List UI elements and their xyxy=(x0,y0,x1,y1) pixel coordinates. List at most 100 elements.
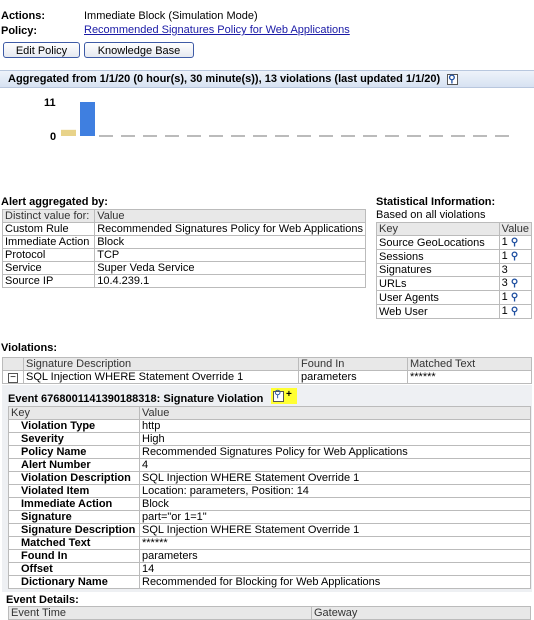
table-row[interactable]: − SQL Injection WHERE Statement Override… xyxy=(2,370,532,384)
event-details-title: Event Details: xyxy=(6,594,79,606)
table-row: Signature Description SQL Injection WHERE… xyxy=(8,523,531,537)
zoom-icon[interactable]: ⚲ xyxy=(511,237,518,249)
cell-key: Signature Description xyxy=(8,523,140,537)
table-row: URLs 3 ⚲ xyxy=(376,276,533,291)
col-key: Key xyxy=(8,406,140,420)
violations-chart: 11 0 xyxy=(44,97,509,143)
add-filter-icon[interactable]: + xyxy=(286,389,292,400)
cell-value: parameters xyxy=(139,549,531,563)
violations-title: Violations: xyxy=(1,342,58,354)
table-row: Service Super Veda Service xyxy=(1,261,366,275)
zoom-icon[interactable]: ⚲ xyxy=(511,278,518,290)
statistical-subtitle: Based on all violations xyxy=(376,209,486,221)
cell-key: Signatures xyxy=(376,263,500,277)
aggregated-text: Aggregated from 1/1/20 (0 hour(s), 30 mi… xyxy=(8,73,441,85)
y-tick-max: 11 xyxy=(44,97,56,109)
cell-key: Protocol xyxy=(1,248,96,262)
cell-value: High xyxy=(139,432,531,446)
aggregated-header: Aggregated from 1/1/20 (0 hour(s), 30 mi… xyxy=(0,70,534,88)
col-value: Value xyxy=(94,209,366,223)
col-value: Value xyxy=(139,406,531,420)
zoom-icon[interactable] xyxy=(447,72,459,88)
zoom-icon[interactable]: ⚲ xyxy=(511,306,518,318)
cell-value: ****** xyxy=(139,536,531,550)
cell-matched: ****** xyxy=(407,370,532,384)
table-row: Source GeoLocations 1 ⚲ xyxy=(376,235,533,250)
event-table: Key Value Violation Type http Severity Hig… xyxy=(8,406,531,589)
table-row: Violated Item Location: parameters, Posit… xyxy=(8,484,531,498)
chart-bar xyxy=(61,129,76,136)
table-row: Immediate Action Block xyxy=(1,235,366,249)
cell-value: part="or 1=1" xyxy=(139,510,531,524)
collapse-icon[interactable]: − xyxy=(2,370,24,384)
cell-signature: SQL Injection WHERE Statement Override 1 xyxy=(23,370,299,384)
violations-table: Signature Description Found In Matched T… xyxy=(2,357,532,384)
cell-key: Offset xyxy=(8,562,140,576)
cell-key: Alert Number xyxy=(8,458,140,472)
table-row: Web User 1 ⚲ xyxy=(376,304,533,319)
table-row: Signatures 3 xyxy=(376,263,533,277)
table-row: Custom Rule Recommended Signatures Policy… xyxy=(1,222,366,236)
cell-value: 3 ⚲ xyxy=(498,276,533,291)
cell-found-in: parameters xyxy=(298,370,408,384)
cell-value: TCP xyxy=(94,248,366,262)
table-row: Signature part="or 1=1" xyxy=(8,510,531,524)
statistical-title: Statistical Information: xyxy=(376,196,496,208)
cell-value: Recommended Signatures Policy for Web Ap… xyxy=(94,222,366,236)
event-actions-highlight: + xyxy=(271,388,297,404)
cell-value: 1 ⚲ xyxy=(498,304,533,319)
knowledge-base-button[interactable]: Knowledge Base xyxy=(84,42,194,58)
table-row: Protocol TCP xyxy=(1,248,366,262)
table-row: Severity High xyxy=(8,432,531,446)
statistical-table: Key Value Source GeoLocations 1 ⚲ Session… xyxy=(376,222,533,319)
table-row: Violation Description SQL Injection WHERE… xyxy=(8,471,531,485)
actions-value: Immediate Block (Simulation Mode) xyxy=(84,10,258,22)
cell-value: SQL Injection WHERE Statement Override 1 xyxy=(139,471,531,485)
cell-key: Violation Description xyxy=(8,471,140,485)
cell-value: 14 xyxy=(139,562,531,576)
cell-value: 1 ⚲ xyxy=(498,235,533,250)
cell-key: Violated Item xyxy=(8,484,140,498)
cell-key: Policy Name xyxy=(8,445,140,459)
cell-key: Found In xyxy=(8,549,140,563)
cell-key: Web User xyxy=(376,304,500,319)
policy-link[interactable]: Recommended Signatures Policy for Web Ap… xyxy=(84,24,350,36)
zoom-icon[interactable]: ⚲ xyxy=(511,251,518,263)
table-row: Source IP 10.4.239.1 xyxy=(1,274,366,288)
cell-value: SQL Injection WHERE Statement Override 1 xyxy=(139,523,531,537)
chart-bar xyxy=(80,102,95,136)
cell-key: Sessions xyxy=(376,249,500,264)
col-gateway: Gateway xyxy=(311,606,531,620)
zoom-icon[interactable]: ⚲ xyxy=(511,292,518,304)
cell-value: Block xyxy=(94,235,366,249)
y-tick-zero: 0 xyxy=(50,131,56,143)
event-details-table: Event Time Gateway xyxy=(8,606,531,620)
cell-key: Signature xyxy=(8,510,140,524)
cell-key: Dictionary Name xyxy=(8,575,140,589)
col-expand xyxy=(2,357,24,371)
cell-value: 4 xyxy=(139,458,531,472)
col-signature: Signature Description xyxy=(23,357,299,371)
alert-aggregated-table: Distinct value for: Value Custom Rule Rec… xyxy=(1,209,366,288)
cell-value: Super Veda Service xyxy=(94,261,366,275)
event-title: Event 6768001141390188318: Signature Vio… xyxy=(8,393,264,405)
table-row: Policy Name Recommended Signatures Policy… xyxy=(8,445,531,459)
table-row: User Agents 1 ⚲ xyxy=(376,290,533,305)
policy-label: Policy: xyxy=(1,25,38,37)
cell-key: User Agents xyxy=(376,290,500,305)
cell-value: Block xyxy=(139,497,531,511)
cell-key: Service xyxy=(1,261,96,275)
table-row: Matched Text ****** xyxy=(8,536,531,550)
col-key: Key xyxy=(376,222,500,236)
edit-policy-button[interactable]: Edit Policy xyxy=(3,42,80,58)
cell-key: Immediate Action xyxy=(8,497,140,511)
col-found-in: Found In xyxy=(298,357,408,371)
cell-value: Recommended for Blocking for Web Applica… xyxy=(139,575,531,589)
cell-key: Immediate Action xyxy=(1,235,96,249)
col-distinct: Distinct value for: xyxy=(1,209,96,223)
table-row: Dictionary Name Recommended for Blocking … xyxy=(8,575,531,589)
cell-key: Severity xyxy=(8,432,140,446)
col-matched: Matched Text xyxy=(407,357,532,371)
zoom-icon[interactable] xyxy=(273,389,284,402)
table-row: Found In parameters xyxy=(8,549,531,563)
